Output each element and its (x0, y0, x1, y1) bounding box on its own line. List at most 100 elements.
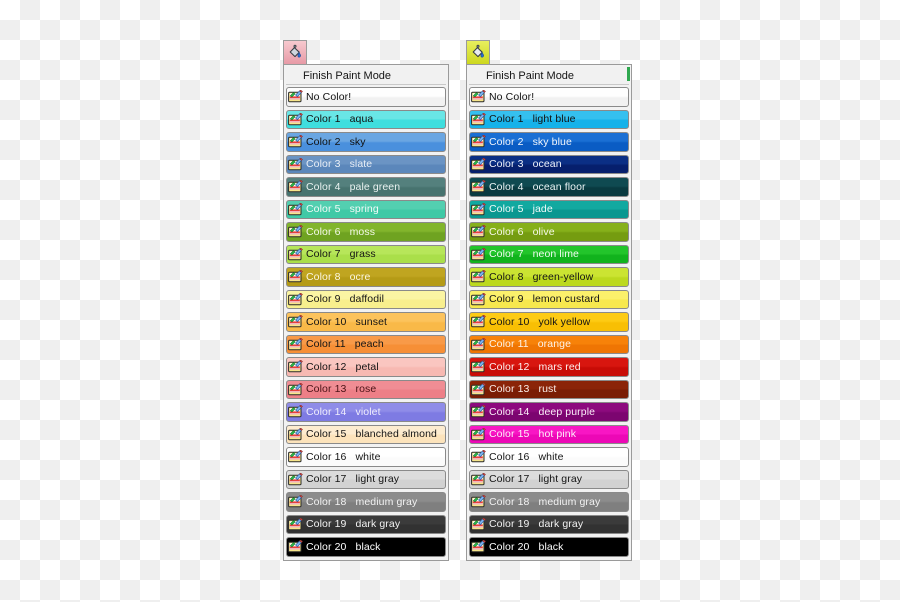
color-row[interactable]: Color 11 orange (469, 334, 629, 354)
paint-bucket-icon (288, 112, 303, 126)
color-name: No Color! (489, 90, 535, 103)
paint-bucket-icon (471, 450, 486, 463)
tab-paint-mode-right[interactable] (466, 40, 490, 64)
color-row[interactable]: Color 9 daffodil (286, 289, 446, 309)
color-name: ocre (349, 270, 371, 283)
panel-body: Finish Paint Mode No Color! Color 1 aqua Co… (283, 64, 449, 561)
paint-bucket-icon (471, 180, 486, 193)
color-row[interactable]: Color 1 aqua (286, 109, 446, 129)
color-row[interactable]: Color 7 neon lime (469, 244, 629, 264)
paint-bucket-icon (288, 247, 303, 261)
color-name: hot pink (538, 428, 577, 441)
color-name: rose (355, 383, 377, 396)
paint-bucket-icon (471, 112, 486, 126)
color-row[interactable]: Color 13 rose (286, 379, 446, 399)
color-row[interactable]: Color 15 hot pink (469, 424, 629, 444)
color-row[interactable]: Color 18 medium gray (286, 492, 446, 512)
tab-paint-mode-left[interactable] (283, 40, 307, 64)
color-row[interactable]: Color 12 mars red (469, 357, 629, 377)
panel-body: Finish Paint Mode No Color! Color 1 light … (466, 64, 632, 561)
color-index: Color 15 (489, 428, 530, 441)
paint-bucket-icon (471, 405, 486, 418)
color-row[interactable]: Color 17 light gray (469, 469, 629, 489)
color-row[interactable]: Color 12 petal (286, 357, 446, 377)
color-row[interactable]: Color 19 dark gray (469, 514, 629, 534)
color-row[interactable]: Color 6 olive (469, 222, 629, 242)
color-row[interactable]: Color 2 sky blue (469, 132, 629, 152)
paint-bucket-icon (471, 427, 486, 441)
color-row[interactable]: Color 16 white (286, 447, 446, 467)
paint-bucket-icon (288, 157, 303, 171)
color-name: ocean floor (532, 180, 586, 193)
color-row[interactable]: Color 6 moss (286, 222, 446, 242)
color-row[interactable]: Color 1 light blue (469, 109, 629, 129)
paint-bucket-icon (288, 180, 303, 193)
color-row[interactable]: Color 4 pale green (286, 177, 446, 197)
color-row[interactable]: Color 20 black (469, 537, 629, 557)
color-name: orange (537, 338, 572, 351)
color-index: Color 3 (306, 158, 341, 171)
paint-bucket-icon (471, 247, 486, 261)
vertical-scrollbar[interactable] (627, 67, 630, 558)
color-row[interactable]: Color 3 ocean (469, 154, 629, 174)
color-row-label: Color 5 spring (306, 203, 379, 215)
paint-bucket-icon (288, 450, 303, 463)
color-row[interactable]: Color 18 medium gray (469, 492, 629, 512)
paint-bucket-icon (471, 180, 486, 193)
paint-bucket-icon (288, 540, 303, 553)
color-row[interactable]: Color 20 black (286, 537, 446, 557)
color-row[interactable]: Color 5 spring (286, 199, 446, 219)
color-index: Color 12 (306, 360, 347, 373)
color-row[interactable]: Color 8 ocre (286, 267, 446, 287)
paint-bucket-icon (471, 315, 486, 328)
color-index: Color 2 (489, 135, 524, 148)
color-row[interactable]: Color 11 peach (286, 334, 446, 354)
color-index: Color 4 (306, 180, 341, 193)
color-row[interactable]: Color 10 yolk yellow (469, 312, 629, 332)
paint-bucket-icon (471, 157, 486, 171)
color-name: mars red (538, 360, 581, 373)
color-index: Color 6 (306, 225, 341, 238)
color-row[interactable]: Color 3 slate (286, 154, 446, 174)
color-row[interactable]: Color 7 grass (286, 244, 446, 264)
color-name: peach (354, 338, 384, 351)
color-row[interactable]: Color 15 blanched almond (286, 424, 446, 444)
paint-bucket-icon (471, 292, 486, 306)
scrollbar-thumb[interactable] (627, 67, 630, 81)
tab-strip (283, 40, 449, 64)
paint-bucket-icon (288, 315, 303, 328)
color-row[interactable]: Color 8 green-yellow (469, 267, 629, 287)
color-index: Color 12 (489, 360, 530, 373)
paint-bucket-icon (288, 135, 303, 148)
color-row[interactable]: Color 17 light gray (286, 469, 446, 489)
color-index: Color 18 (306, 495, 347, 508)
color-row-label: Color 16 white (306, 451, 381, 463)
color-index: Color 17 (306, 473, 347, 486)
color-name: grass (349, 248, 376, 261)
color-row[interactable]: Color 16 white (469, 447, 629, 467)
paint-bucket-icon (288, 135, 303, 148)
color-row[interactable]: Color 4 ocean floor (469, 177, 629, 197)
color-name: blanched almond (355, 428, 437, 441)
color-name: pale green (349, 180, 401, 193)
color-row[interactable]: Color 5 jade (469, 199, 629, 219)
color-row[interactable]: Color 14 deep purple (469, 402, 629, 422)
color-row[interactable]: Color 14 violet (286, 402, 446, 422)
color-row[interactable]: Color 2 sky (286, 132, 446, 152)
color-name: No Color! (306, 90, 352, 103)
color-row[interactable]: Color 9 lemon custard (469, 289, 629, 309)
color-row[interactable]: Color 13 rust (469, 379, 629, 399)
color-row-label: Color 13 rust (489, 383, 556, 395)
color-row[interactable]: Color 19 dark gray (286, 514, 446, 534)
paint-bucket-icon (288, 292, 303, 306)
color-name: rust (538, 383, 557, 396)
color-name: lemon custard (532, 293, 600, 306)
paint-mode-panel-right: Finish Paint Mode No Color! Color 1 light … (466, 40, 632, 561)
color-row[interactable]: Color 10 sunset (286, 312, 446, 332)
color-index: Color 9 (306, 293, 341, 306)
color-row[interactable]: No Color! (286, 87, 446, 107)
color-name: aqua (349, 113, 374, 126)
color-name: petal (355, 360, 379, 373)
panel-header-right: Finish Paint Mode (469, 67, 629, 85)
color-row[interactable]: No Color! (469, 87, 629, 107)
